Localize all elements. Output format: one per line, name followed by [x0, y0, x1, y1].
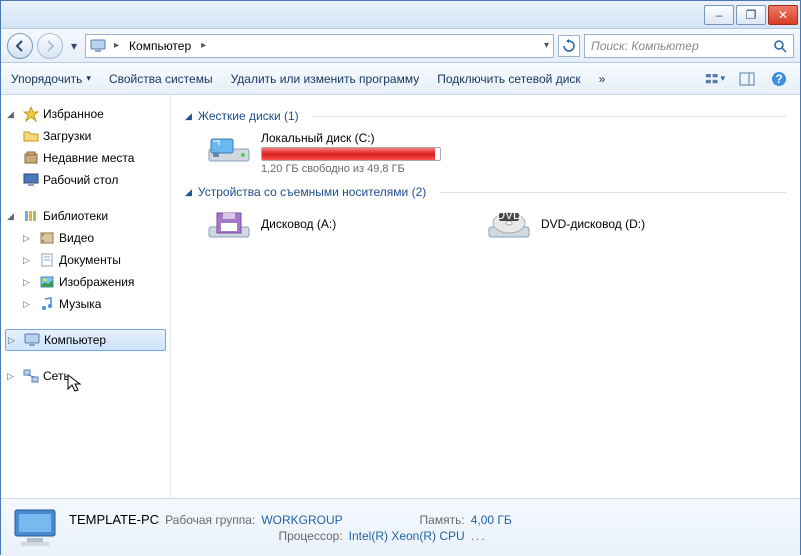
- collapse-arrow-icon: ◢: [185, 111, 192, 122]
- music-icon: [39, 296, 55, 312]
- document-icon: [39, 252, 55, 268]
- workgroup-label: Рабочая группа:: [165, 513, 255, 527]
- computer-icon: [90, 38, 106, 54]
- details-pane: TEMPLATE-PC Рабочая группа: WORKGROUP Па…: [1, 498, 800, 556]
- system-properties-button[interactable]: Свойства системы: [109, 72, 213, 86]
- view-options-button[interactable]: ▾: [704, 68, 726, 90]
- tree-recent[interactable]: Недавние места: [1, 147, 170, 169]
- expand-arrow-icon: ▷: [8, 335, 20, 346]
- workgroup-value: WORKGROUP: [261, 513, 342, 527]
- minimize-button[interactable]: –: [704, 5, 734, 25]
- computer-name: TEMPLATE-PC: [69, 512, 159, 527]
- libraries-icon: [23, 208, 39, 224]
- picture-icon: [39, 274, 55, 290]
- uninstall-program-button[interactable]: Удалить или изменить программу: [231, 72, 420, 86]
- collapse-arrow-icon: ◢: [185, 187, 192, 198]
- nav-history-dropdown[interactable]: ▾: [67, 33, 81, 59]
- group-header-removable[interactable]: ◢ Устройства со съемными носителями (2): [185, 185, 786, 199]
- command-toolbar: Упорядочить ▾ Свойства системы Удалить и…: [1, 63, 800, 95]
- tree-computer[interactable]: ▷ Компьютер: [5, 329, 166, 351]
- drive-local-c[interactable]: Локальный диск (C:) 1,20 ГБ свободно из …: [205, 131, 455, 175]
- breadcrumb-item[interactable]: Компьютер: [127, 39, 193, 53]
- map-network-drive-button[interactable]: Подключить сетевой диск: [437, 72, 580, 86]
- tree-documents[interactable]: ▷ Документы: [1, 249, 170, 271]
- cpu-value: Intel(R) Xeon(R) CPU: [349, 529, 465, 543]
- tree-downloads[interactable]: Загрузки: [1, 125, 170, 147]
- toolbar-overflow-button[interactable]: »: [599, 72, 606, 86]
- desktop-icon: [23, 172, 39, 188]
- cpu-label: Процессор:: [261, 529, 342, 543]
- help-button[interactable]: ?: [768, 68, 790, 90]
- recent-icon: [23, 150, 39, 166]
- details-info: TEMPLATE-PC Рабочая группа: WORKGROUP Па…: [69, 512, 512, 543]
- maximize-button[interactable]: ❐: [736, 5, 766, 25]
- tree-favorites[interactable]: ◢ Избранное: [1, 103, 170, 125]
- tree-pictures[interactable]: ▷ Изображения: [1, 271, 170, 293]
- chevron-down-icon[interactable]: ▾: [544, 40, 549, 51]
- group-header-hdd[interactable]: ◢ Жесткие диски (1): [185, 109, 786, 123]
- folder-icon: [23, 128, 39, 144]
- refresh-button[interactable]: [558, 35, 580, 57]
- drive-name: DVD-дисковод (D:): [541, 217, 645, 231]
- navigation-bar: ▾ ▸ Компьютер ▸ ▾ Поиск: Компьютер: [1, 29, 800, 63]
- memory-label: Память:: [389, 513, 465, 527]
- expand-arrow-icon: ▷: [23, 255, 35, 266]
- expand-arrow-icon: ▷: [23, 299, 35, 310]
- network-icon: [23, 368, 39, 384]
- chevron-right-icon: ▸: [112, 40, 121, 51]
- tree-network[interactable]: ▷ Сеть: [1, 365, 170, 387]
- svg-text:DVD: DVD: [496, 208, 522, 222]
- expand-arrow-icon: ▷: [7, 371, 19, 382]
- search-placeholder: Поиск: Компьютер: [591, 39, 699, 53]
- computer-icon: [24, 332, 40, 348]
- star-icon: [23, 106, 39, 122]
- drive-free-text: 1,20 ГБ свободно из 49,8 ГБ: [261, 163, 441, 175]
- window-titlebar: – ❐ ✕: [1, 1, 800, 29]
- tree-videos[interactable]: ▷ Видео: [1, 227, 170, 249]
- organize-menu[interactable]: Упорядочить ▾: [11, 72, 91, 86]
- expand-arrow-icon: ▷: [23, 233, 35, 244]
- divider: [313, 116, 786, 117]
- tree-desktop[interactable]: Рабочий стол: [1, 169, 170, 191]
- more-indicator: ...: [471, 529, 512, 543]
- collapse-arrow-icon: ◢: [7, 211, 19, 222]
- drive-name: Локальный диск (C:): [261, 131, 441, 145]
- computer-large-icon: [11, 506, 59, 550]
- dvd-icon: DVD: [485, 207, 533, 243]
- forward-button[interactable]: [37, 33, 63, 59]
- tree-libraries[interactable]: ◢ Библиотеки: [1, 205, 170, 227]
- preview-pane-button[interactable]: [736, 68, 758, 90]
- chevron-right-icon: ▸: [199, 40, 208, 51]
- svg-text:?: ?: [775, 72, 782, 86]
- address-bar[interactable]: ▸ Компьютер ▸ ▾: [85, 34, 554, 58]
- drive-name: Дисковод (A:): [261, 217, 336, 231]
- divider: [440, 192, 786, 193]
- drive-capacity-bar: [261, 147, 441, 161]
- expand-arrow-icon: ▷: [23, 277, 35, 288]
- search-input[interactable]: Поиск: Компьютер: [584, 34, 794, 58]
- content-pane: ◢ Жесткие диски (1) Локальный диск (C:) …: [171, 95, 800, 498]
- search-icon: [773, 39, 787, 53]
- floppy-icon: [205, 207, 253, 243]
- collapse-arrow-icon: ◢: [7, 109, 19, 120]
- memory-value: 4,00 ГБ: [471, 513, 512, 527]
- video-icon: [39, 230, 55, 246]
- close-button[interactable]: ✕: [768, 5, 798, 25]
- back-button[interactable]: [7, 33, 33, 59]
- navigation-tree: ◢ Избранное Загрузки Недавние места Рабо…: [1, 95, 171, 498]
- main-area: ◢ Избранное Загрузки Недавние места Рабо…: [1, 95, 800, 498]
- hdd-icon: [205, 131, 253, 167]
- tree-music[interactable]: ▷ Музыка: [1, 293, 170, 315]
- drive-floppy-a[interactable]: Дисковод (A:): [205, 207, 455, 243]
- drive-dvd-d[interactable]: DVD DVD-дисковод (D:): [485, 207, 735, 243]
